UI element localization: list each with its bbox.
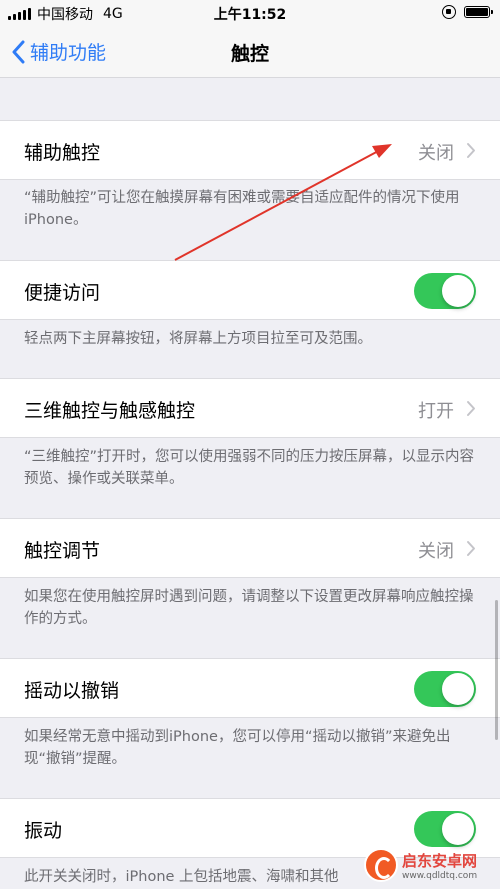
watermark-url: www.qdldtq.com <box>402 870 478 881</box>
status-bar: 中国移动 4G 上午11:52 <box>0 0 500 26</box>
toggle-knob <box>442 813 474 845</box>
footnote-touch-accommodations: 如果您在使用触控屏时遇到问题，请调整以下设置更改屏幕响应触控操作的方式。 <box>24 589 474 627</box>
row-label: 三维触控与触感触控 <box>24 400 196 422</box>
footnote-3d-touch: “三维触控”打开时，您可以使用强弱不同的压力按压屏幕，以显示内容预览、操作或关联… <box>24 449 475 487</box>
row-label: 便捷访问 <box>24 282 101 304</box>
row-value: 打开 <box>418 401 454 422</box>
navigation-bar: 辅助功能 触控 <box>0 26 500 78</box>
row-label: 触控调节 <box>24 540 101 562</box>
footnote-shake-to-undo: 如果经常无意中摇动到iPhone，您可以停用“摇动以撤销”来避免出现“撤销”提醒… <box>24 729 451 767</box>
status-right <box>442 5 493 19</box>
row-label: 振动 <box>24 820 63 842</box>
row-reachability: 便捷访问 <box>0 260 500 320</box>
status-time: 上午11:52 <box>213 7 287 23</box>
row-label: 摇动以撤销 <box>24 680 120 702</box>
footnote-reachability: 轻点两下主屏幕按钮，将屏幕上方项目拉至可及范围。 <box>24 331 372 347</box>
watermark-logo-icon <box>364 848 398 882</box>
chevron-right-icon <box>467 401 475 416</box>
reachability-toggle[interactable] <box>414 273 476 309</box>
battery-icon <box>464 6 493 18</box>
shake-to-undo-toggle[interactable] <box>414 671 476 707</box>
vibration-toggle[interactable] <box>414 811 476 847</box>
row-value: 关闭 <box>418 541 454 562</box>
row-touch-accommodations[interactable]: 触控调节 关闭 <box>0 518 500 578</box>
footnote-assistive-touch: “辅助触控”可让您在触摸屏幕有困难或需要自适应配件的情况下使用 iPhone。 <box>24 190 460 228</box>
toggle-knob <box>442 673 474 705</box>
toggle-knob <box>442 275 474 307</box>
row-3d-touch[interactable]: 三维触控与触感触控 打开 <box>0 378 500 438</box>
row-label: 辅助触控 <box>24 142 101 164</box>
page-title: 触控 <box>230 43 269 65</box>
row-shake-to-undo: 摇动以撤销 <box>0 658 500 718</box>
watermark: 启东安卓网 www.qdldtq.com <box>364 846 492 884</box>
orientation-lock-icon <box>442 5 456 19</box>
scroll-indicator[interactable] <box>495 600 498 740</box>
row-value: 关闭 <box>418 143 454 164</box>
watermark-text: 启东安卓网 www.qdldtq.com <box>402 850 477 881</box>
row-assistive-touch[interactable]: 辅助触控 关闭 <box>0 120 500 180</box>
chevron-right-icon <box>467 541 475 556</box>
watermark-name: 启东安卓网 <box>402 851 478 870</box>
chevron-right-icon <box>467 143 475 158</box>
